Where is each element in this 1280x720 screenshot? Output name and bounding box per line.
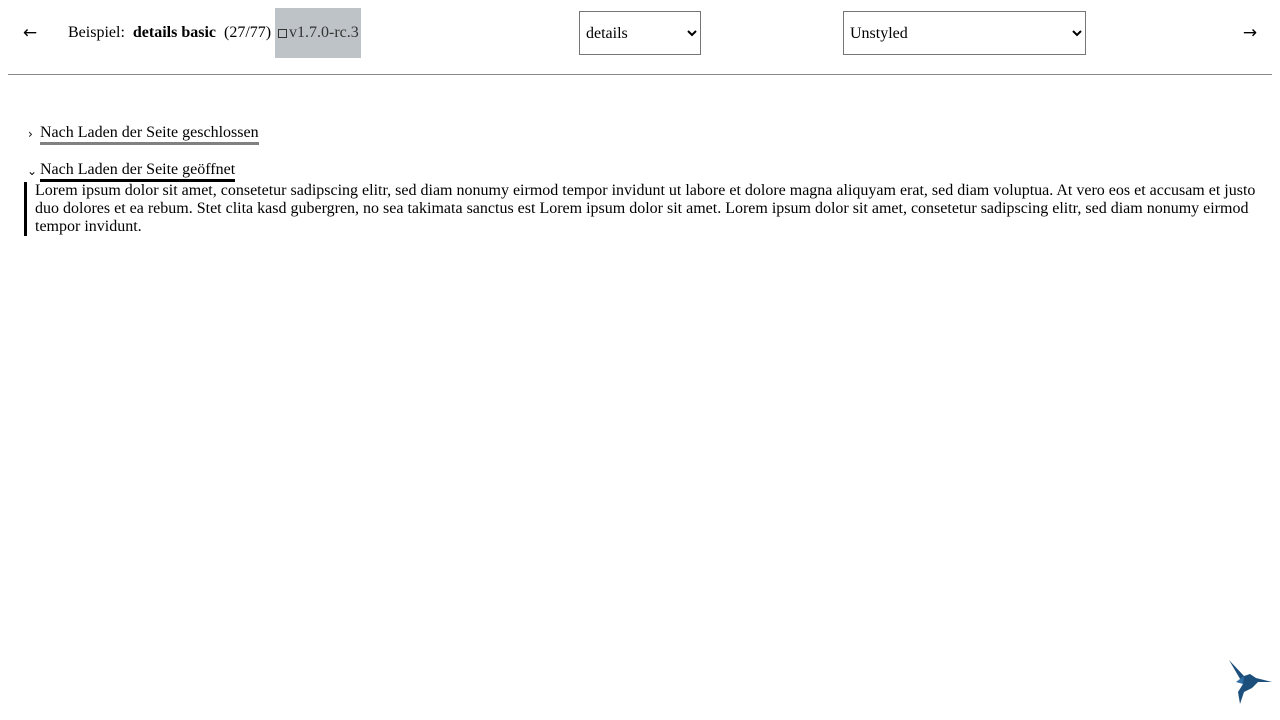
details-summary-open[interactable]: ⌄ Nach Laden der Seite geöffnet <box>24 161 1264 182</box>
bird-body <box>1229 660 1272 704</box>
version-badge[interactable]: v1.7.0-rc.3 <box>275 8 361 58</box>
example-count: (27/77) <box>224 24 272 41</box>
arrow-left-icon: ← <box>22 23 38 43</box>
details-content: Lorem ipsum dolor sit amet, consetetur s… <box>24 182 1260 236</box>
theme-select[interactable]: Unstyled <box>843 11 1086 55</box>
details-summary-closed[interactable]: › Nach Laden der Seite geschlossen <box>24 124 1264 145</box>
toolbar-divider <box>8 74 1272 75</box>
version-label: v1.7.0-rc.3 <box>289 24 359 41</box>
details-open: ⌄ Nach Laden der Seite geöffnet Lorem ip… <box>24 161 1264 236</box>
component-select[interactable]: details <box>579 11 701 55</box>
copy-icon <box>278 29 287 38</box>
summary-label: Nach Laden der Seite geschlossen <box>40 124 259 145</box>
previous-example-button[interactable]: ← <box>16 19 44 47</box>
summary-label: Nach Laden der Seite geöffnet <box>40 161 236 182</box>
example-title: Beispiel: details basic (27/77) <box>68 23 271 43</box>
hummingbird-icon <box>1229 660 1272 704</box>
details-closed: › Nach Laden der Seite geschlossen <box>24 124 1264 145</box>
next-example-button[interactable]: → <box>1236 19 1264 47</box>
arrow-right-icon: → <box>1242 23 1258 43</box>
chevron-right-icon: › <box>28 127 33 141</box>
chevron-down-icon: ⌄ <box>27 164 38 178</box>
toolbar: ← Beispiel: details basic (27/77) v1.7.0… <box>0 0 1280 66</box>
example-prefix: Beispiel: <box>68 24 125 41</box>
example-name: details basic <box>132 24 217 41</box>
